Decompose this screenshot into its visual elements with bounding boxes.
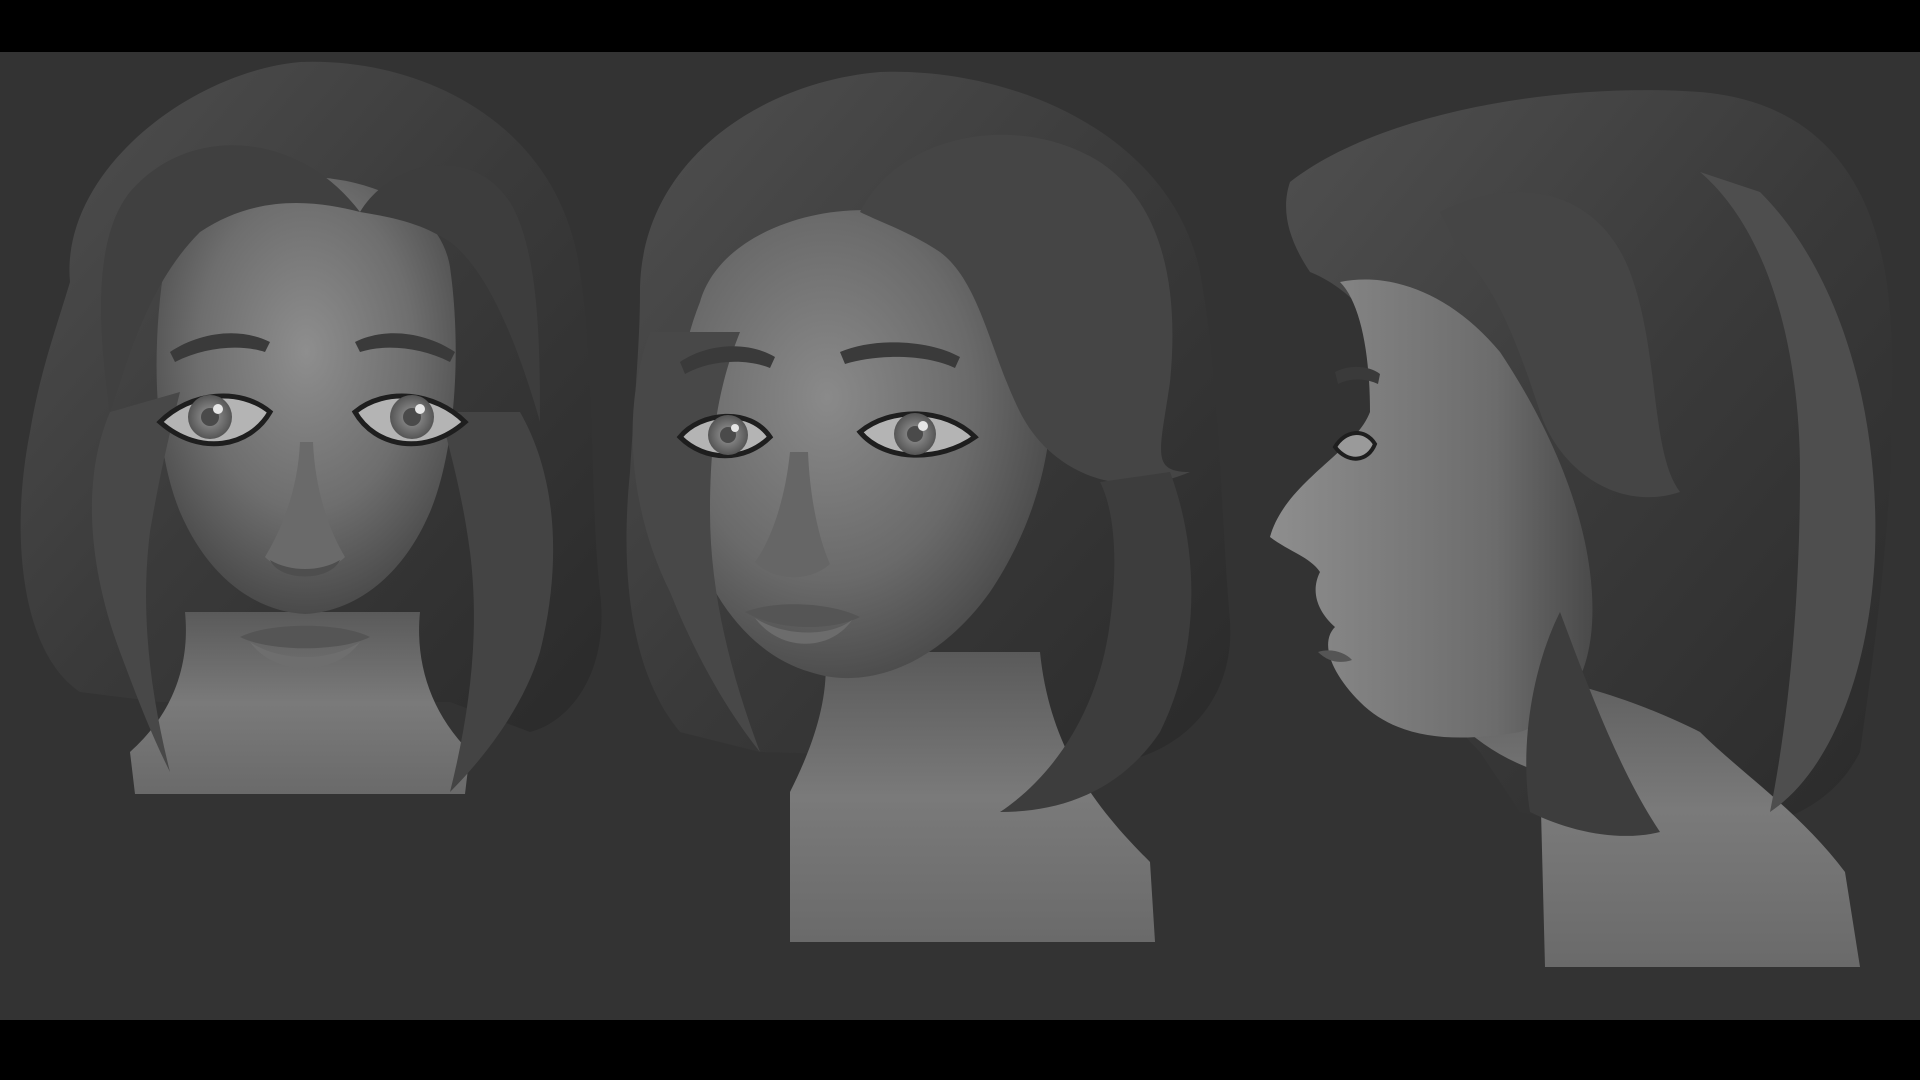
profile-eye [1332, 431, 1378, 461]
front-view[interactable] [20, 61, 602, 794]
render-canvas [20, 61, 1893, 967]
three-quarter-view[interactable] [626, 71, 1231, 942]
sculpt-viewport[interactable] [0, 52, 1920, 1020]
letterbox-top [0, 0, 1920, 52]
profile-view[interactable] [1270, 90, 1893, 967]
letterbox-bottom [0, 1020, 1920, 1080]
